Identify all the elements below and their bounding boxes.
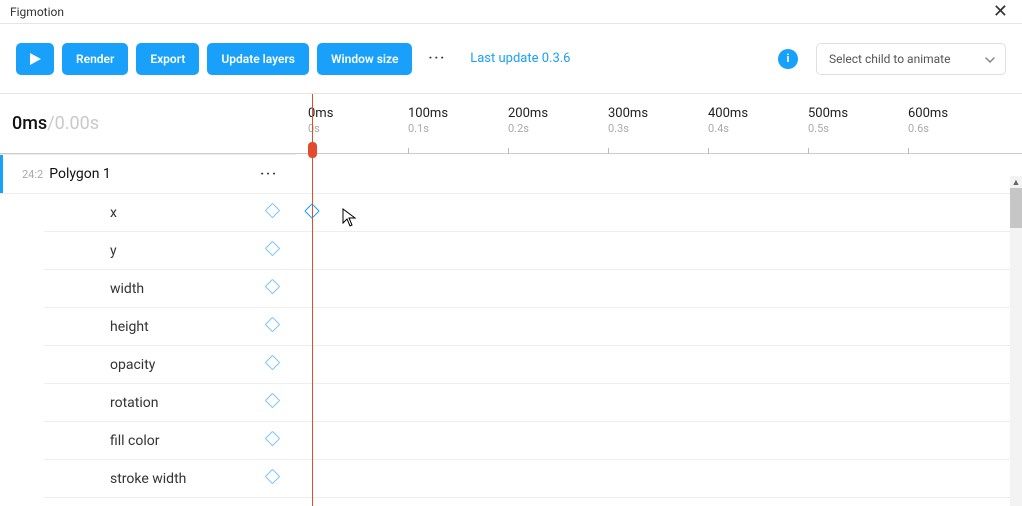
layer-accent [0, 155, 3, 193]
ruler-tick: 100ms0.1s [408, 106, 448, 135]
track-row[interactable] [296, 194, 1022, 232]
more-menu-icon[interactable]: ··· [420, 51, 454, 66]
current-time: 0ms [12, 113, 47, 134]
track-row[interactable] [296, 308, 1022, 346]
chevron-down-icon [985, 52, 995, 66]
track-row[interactable] [296, 270, 1022, 308]
track-header-row [296, 154, 1022, 194]
property-row[interactable]: rotation [44, 384, 296, 422]
tick-sec: 0.3s [608, 122, 648, 135]
ruler-tick: 300ms0.3s [608, 106, 648, 135]
render-button[interactable]: Render [62, 43, 128, 75]
scroll-up-icon[interactable]: ▲ [1010, 176, 1022, 188]
layer-more-icon[interactable]: ··· [254, 167, 284, 182]
track-row[interactable] [296, 384, 1022, 422]
tick-ms: 200ms [508, 106, 548, 121]
tick-sec: 0.6s [908, 122, 948, 135]
tick-sec: 0.2s [508, 122, 548, 135]
scroll-thumb[interactable] [1010, 188, 1022, 228]
layer-id: 24:2 [22, 168, 43, 181]
add-keyframe-button[interactable] [267, 205, 278, 220]
add-keyframe-button[interactable] [267, 357, 278, 372]
timeline-tracks[interactable]: 0ms0s100ms0.1s200ms0.2s300ms0.3s400ms0.4… [296, 94, 1022, 506]
child-select-label: Select child to animate [829, 52, 950, 66]
titlebar: Figmotion ✕ [0, 0, 1022, 24]
tick-ms: 100ms [408, 106, 448, 121]
track-row[interactable] [296, 422, 1022, 460]
toolbar: Render Export Update layers Window size … [0, 24, 1022, 94]
property-label: y [110, 243, 117, 259]
add-keyframe-button[interactable] [267, 433, 278, 448]
tick-ms: 600ms [908, 106, 948, 121]
track-row[interactable] [296, 346, 1022, 384]
add-keyframe-button[interactable] [267, 471, 278, 486]
property-row[interactable]: x [44, 194, 296, 232]
property-row[interactable]: stroke width [44, 460, 296, 498]
add-keyframe-button[interactable] [267, 281, 278, 296]
add-keyframe-button[interactable] [267, 319, 278, 334]
property-label: rotation [110, 395, 159, 411]
layer-panel: 0ms / 0.00s 24:2 Polygon 1 ··· x y width he… [0, 94, 296, 506]
property-row[interactable]: y [44, 232, 296, 270]
property-label: opacity [110, 357, 155, 373]
track-row[interactable] [296, 460, 1022, 498]
ruler-tick: 500ms0.5s [808, 106, 848, 135]
export-button[interactable]: Export [136, 43, 199, 75]
ruler-tick: 400ms0.4s [708, 106, 748, 135]
tick-ms: 500ms [808, 106, 848, 121]
layer-header[interactable]: 24:2 Polygon 1 ··· [0, 154, 296, 194]
property-label: x [110, 205, 117, 221]
update-layers-button[interactable]: Update layers [207, 43, 309, 75]
tick-ms: 300ms [608, 106, 648, 121]
track-row[interactable] [296, 232, 1022, 270]
window-size-button[interactable]: Window size [317, 43, 412, 75]
property-row[interactable]: width [44, 270, 296, 308]
vertical-scrollbar[interactable]: ▲ [1010, 188, 1022, 506]
info-icon[interactable]: i [778, 49, 798, 69]
timeline: 0ms / 0.00s 24:2 Polygon 1 ··· x y width he… [0, 94, 1022, 506]
property-row[interactable]: height [44, 308, 296, 346]
playhead-grip[interactable] [308, 142, 317, 158]
last-update-link[interactable]: Last update 0.3.6 [470, 51, 570, 66]
property-label: stroke width [110, 471, 186, 487]
add-keyframe-button[interactable] [267, 243, 278, 258]
child-select[interactable]: Select child to animate [816, 43, 1006, 75]
close-icon[interactable]: ✕ [989, 3, 1012, 21]
tick-sec: 0.1s [408, 122, 448, 135]
property-label: fill color [110, 433, 160, 449]
property-label: height [110, 319, 149, 335]
ruler-tick: 600ms0.6s [908, 106, 948, 135]
layer-name: Polygon 1 [49, 166, 111, 182]
tick-ms: 400ms [708, 106, 748, 121]
app-title: Figmotion [10, 5, 64, 19]
play-icon [30, 53, 41, 65]
add-keyframe-button[interactable] [267, 395, 278, 410]
tick-sec: 0.5s [808, 122, 848, 135]
total-time: 0.00s [55, 113, 99, 134]
property-label: width [110, 281, 144, 297]
time-sep: / [47, 113, 54, 134]
property-row[interactable]: opacity [44, 346, 296, 384]
playhead[interactable] [312, 94, 313, 506]
tick-sec: 0.4s [708, 122, 748, 135]
play-button[interactable] [16, 43, 54, 75]
ruler-tick: 200ms0.2s [508, 106, 548, 135]
property-row[interactable]: fill color [44, 422, 296, 460]
